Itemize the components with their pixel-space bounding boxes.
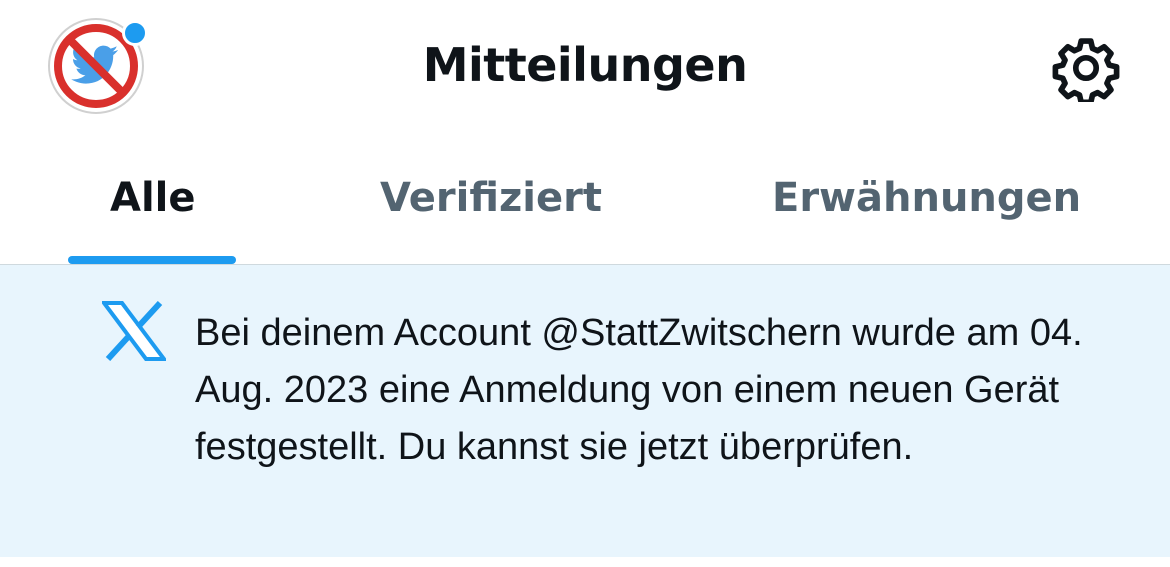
notification-tabs: Alle Verifiziert Erwähnungen: [0, 135, 1170, 265]
tab-mentions[interactable]: Erwähnungen: [772, 175, 1081, 221]
tab-verified[interactable]: Verifiziert: [380, 175, 602, 221]
x-logo-icon: [100, 300, 168, 362]
settings-button[interactable]: [1052, 34, 1120, 106]
top-bar: Mitteilungen: [0, 0, 1170, 135]
notification-text: Bei deinem Account @StattZwitschern wurd…: [195, 312, 1083, 468]
divider: [0, 557, 1170, 567]
active-tab-indicator: [68, 256, 236, 264]
notifications-screen: Mitteilungen Alle Verifiziert Erwähnunge…: [0, 0, 1170, 567]
gear-icon: [1052, 38, 1120, 106]
notification-item[interactable]: Bei deinem Account @StattZwitschern wurd…: [0, 265, 1170, 557]
tab-all[interactable]: Alle: [110, 175, 196, 221]
page-title: Mitteilungen: [422, 38, 748, 92]
